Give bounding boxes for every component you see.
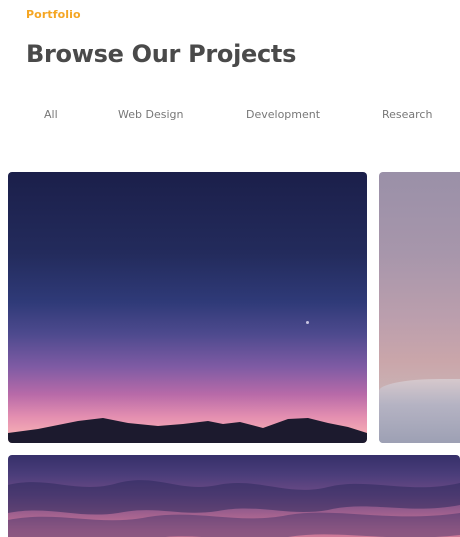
portfolio-page: Portfolio Browse Our Projects All Web De… — [0, 0, 460, 537]
filter-tabs: All Web Design Development Research — [0, 108, 460, 128]
page-title: Browse Our Projects — [26, 40, 297, 68]
filter-research[interactable]: Research — [382, 108, 432, 121]
filter-web-design[interactable]: Web Design — [118, 108, 183, 121]
filter-all[interactable]: All — [44, 108, 58, 121]
project-card-sunset[interactable] — [8, 172, 367, 443]
star-dot — [306, 321, 309, 324]
section-eyebrow: Portfolio — [26, 8, 81, 21]
project-card-pink-sky[interactable] — [379, 172, 460, 443]
mountain-silhouette — [8, 418, 367, 443]
project-card-clouds[interactable] — [8, 455, 460, 537]
cloud-layer — [8, 480, 460, 537]
ice-shelf — [379, 379, 460, 443]
filter-development[interactable]: Development — [246, 108, 320, 121]
